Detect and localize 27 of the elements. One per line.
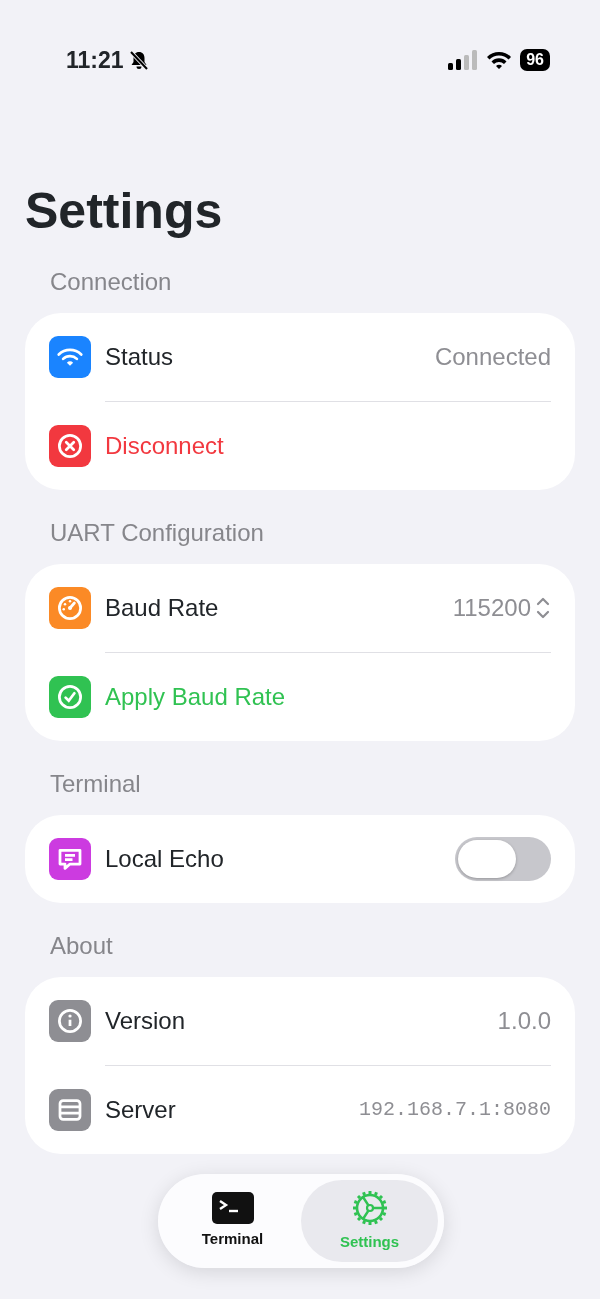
- row-value: Connected: [434, 342, 551, 372]
- tab-button[interactable]: Terminal: [164, 1180, 301, 1262]
- row-label: Baud Rate: [105, 593, 219, 623]
- row-label: Status: [105, 342, 174, 372]
- page-title: Settings: [25, 183, 224, 239]
- signal-icon: [448, 50, 479, 70]
- section-header: Terminal: [50, 769, 142, 799]
- baud-picker[interactable]: 115200: [452, 593, 551, 623]
- chevron-icon: [535, 595, 551, 621]
- row-label: Server: [105, 1095, 176, 1125]
- section-header: Connection: [50, 267, 173, 297]
- row-label: Version: [105, 1006, 186, 1036]
- toggle-switch[interactable]: [455, 837, 551, 881]
- clock-time: 11:21: [66, 46, 124, 75]
- terminal-icon: [211, 1191, 254, 1224]
- row-label: Local Echo: [105, 844, 224, 874]
- gear-icon: [350, 1188, 389, 1227]
- action-link[interactable]: Apply Baud Rate: [105, 682, 286, 712]
- battery-indicator: 96: [520, 49, 550, 71]
- section-header: UART Configuration: [50, 518, 265, 548]
- action-link[interactable]: Disconnect: [105, 431, 224, 461]
- tab-button[interactable]: Settings: [301, 1180, 438, 1262]
- row-value: 1.0.0: [497, 1006, 551, 1036]
- section-header: About: [50, 931, 114, 961]
- bell-slash-icon: [127, 49, 150, 71]
- row-value: 192.168.7.1:8080: [358, 1097, 551, 1123]
- wifi-icon: [486, 50, 513, 70]
